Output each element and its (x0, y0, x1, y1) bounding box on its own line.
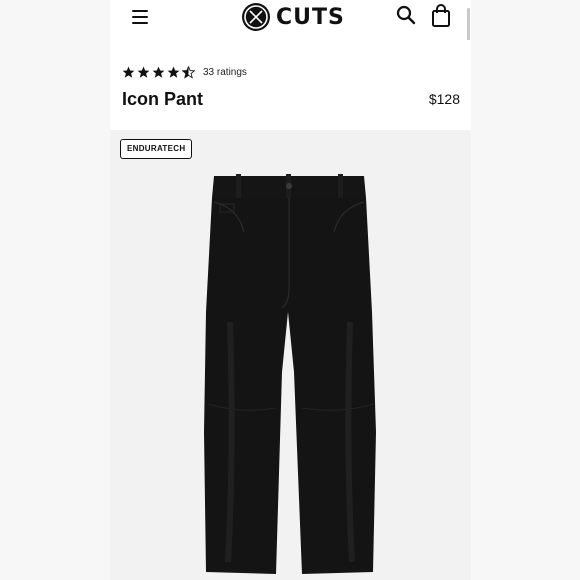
star-full-icon (137, 66, 150, 78)
product-info: 33 ratings Icon Pant $128 (110, 40, 471, 130)
star-full-icon (122, 66, 135, 78)
brand-logo[interactable]: CUTS (242, 1, 345, 33)
product-title: Icon Pant (122, 89, 204, 109)
star-half-icon (182, 66, 195, 79)
rating-count[interactable]: 33 ratings (203, 67, 247, 78)
product-image-area[interactable]: ENDURATECH (110, 130, 471, 580)
star-rating[interactable]: 33 ratings (122, 66, 247, 79)
hamburger-menu-icon[interactable] (132, 10, 148, 24)
brand-name: CUTS (276, 4, 345, 30)
shopping-bag-icon[interactable] (431, 4, 451, 28)
product-price: $128 (428, 91, 460, 107)
top-navigation-bar: CUTS (110, 0, 471, 41)
fabric-badge: ENDURATECH (120, 139, 193, 159)
search-icon[interactable] (396, 5, 416, 27)
star-full-icon (167, 66, 180, 78)
product-page: CUTS 33 ratings Icon Pant $128 ENDURATEC… (110, 0, 471, 580)
black-pants-image (204, 174, 376, 574)
brand-logo-mark (242, 3, 270, 31)
star-full-icon (152, 66, 165, 78)
